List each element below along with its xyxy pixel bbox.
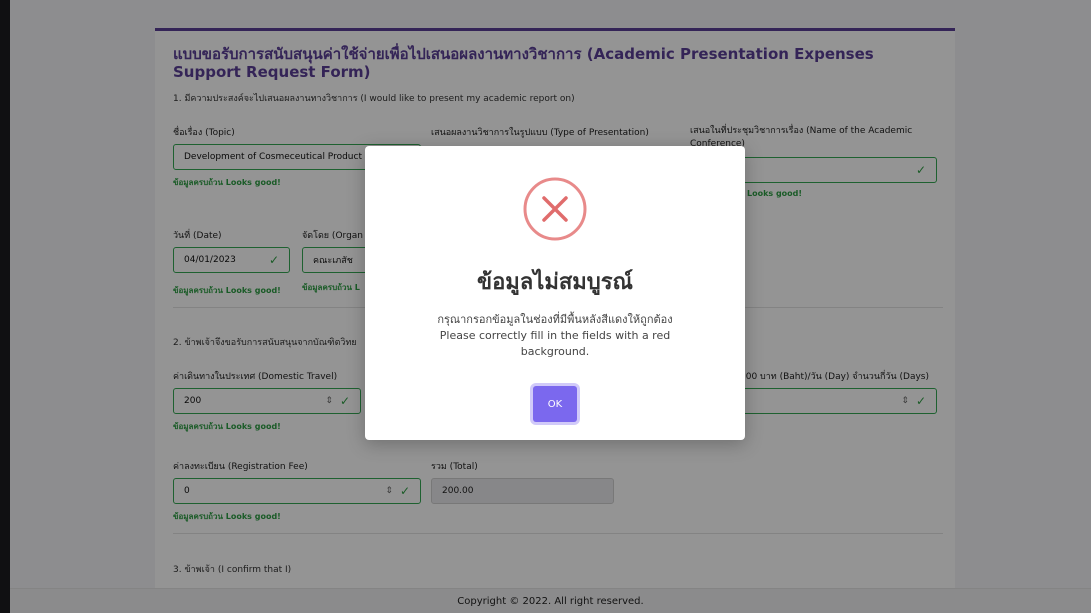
ok-button[interactable]: OK bbox=[533, 386, 577, 422]
dialog-title: ข้อมูลไม่สมบูรณ์ bbox=[477, 270, 633, 295]
dialog-message: กรุณากรอกข้อมูลในช่องที่มีพื้นหลังสีแดงใ… bbox=[405, 312, 705, 360]
error-x-icon bbox=[523, 177, 587, 241]
error-dialog: ข้อมูลไม่สมบูรณ์ กรุณากรอกข้อมูลในช่องที… bbox=[365, 146, 745, 440]
dialog-message-english: Please correctly fill in the fields with… bbox=[439, 329, 671, 358]
dialog-message-thai: กรุณากรอกข้อมูลในช่องที่มีพื้นหลังสีแดงใ… bbox=[437, 313, 673, 326]
